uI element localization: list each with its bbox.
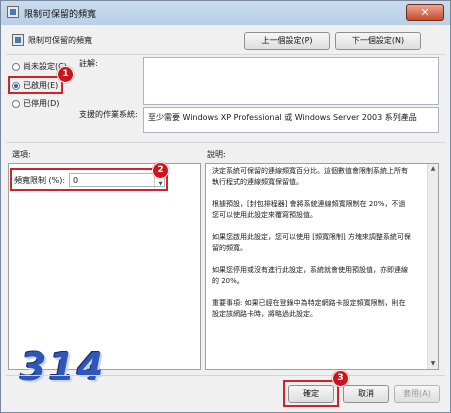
highlight-box-enabled <box>8 76 63 94</box>
cancel-button[interactable]: 取消 <box>343 385 389 403</box>
comment-field[interactable] <box>143 57 439 105</box>
dialog-window: 限制可保留的頻寬 ✕ 限制可保留的頻寬 上一個設定(P) 下一個設定(N) 尚未… <box>0 0 451 413</box>
help-paragraph: 如果您啟用此設定，您可以使用 [頻寬限制] 方塊來調整系統可保留的頻寬。 <box>212 233 411 252</box>
window-title: 限制可保留的頻寬 <box>24 10 97 20</box>
help-paragraph: 根據預設，[封包排程器] 會將系統連線頻寬限制在 20%，不過您可以使用此設定來… <box>212 200 406 219</box>
options-label: 選項: <box>12 150 31 159</box>
supported-os-value: 至少需要 Windows XP Professional 或 Windows S… <box>148 113 417 122</box>
help-paragraph: 決定系統可保留的連線頻寬百分比。這個數值會限制系統上所有執行程式的連線頻寬保留值… <box>212 167 408 186</box>
help-scrollbar[interactable]: ▲ ▼ <box>427 164 438 369</box>
dialog-body: 限制可保留的頻寬 上一個設定(P) 下一個設定(N) 尚未設定(C) 已啟用(E… <box>6 25 445 409</box>
radio-label: 已停用(D) <box>23 99 60 108</box>
highlight-box-bandwidth <box>10 168 168 191</box>
radio-button[interactable] <box>12 62 20 71</box>
watermark: 314 <box>20 345 106 389</box>
scroll-up-icon[interactable]: ▲ <box>428 164 438 174</box>
policy-icon <box>7 6 19 18</box>
scroll-down-icon[interactable]: ▼ <box>428 359 438 369</box>
footer-divider <box>6 375 445 376</box>
annotation-badge-2: 2 <box>152 162 169 179</box>
apply-button[interactable]: 套用(A) <box>394 385 440 403</box>
section-divider <box>6 142 445 143</box>
title-bar[interactable]: 限制可保留的頻寬 ✕ <box>1 1 450 25</box>
help-paragraph: 如果您停用或沒有進行此設定，系統就會使用預設值，亦即連線的 20%。 <box>212 266 408 285</box>
setting-title: 限制可保留的頻寬 <box>28 36 92 45</box>
next-setting-button[interactable]: 下一個設定(N) <box>335 32 421 50</box>
highlight-box-ok <box>283 380 339 407</box>
supported-os-field: 至少需要 Windows XP Professional 或 Windows S… <box>143 107 439 133</box>
previous-setting-button[interactable]: 上一個設定(P) <box>244 32 330 50</box>
help-panel: 決定系統可保留的連線頻寬百分比。這個數值會限制系統上所有執行程式的連線頻寬保留值… <box>205 163 439 370</box>
supported-os-label: 支援的作業系統: <box>79 110 138 119</box>
header-divider <box>6 54 445 55</box>
help-text: 決定系統可保留的連線頻寬百分比。這個數值會限制系統上所有執行程式的連線頻寬保留值… <box>212 166 412 331</box>
setting-icon <box>12 34 24 46</box>
comment-label: 註解: <box>79 59 98 68</box>
radio-button[interactable] <box>12 99 20 108</box>
radio-disabled[interactable]: 已停用(D) <box>12 98 59 109</box>
annotation-badge-1: 1 <box>57 66 74 83</box>
help-paragraph: 重要事項: 如果已經在登錄中為特定網路卡設定頻寬限制，則在設定該網路卡時，將略過… <box>212 299 406 318</box>
help-label: 說明: <box>207 150 226 159</box>
options-panel: 頻寬限制 (%): 0 ▲ ▼ <box>8 163 201 370</box>
close-button[interactable]: ✕ <box>406 4 444 21</box>
